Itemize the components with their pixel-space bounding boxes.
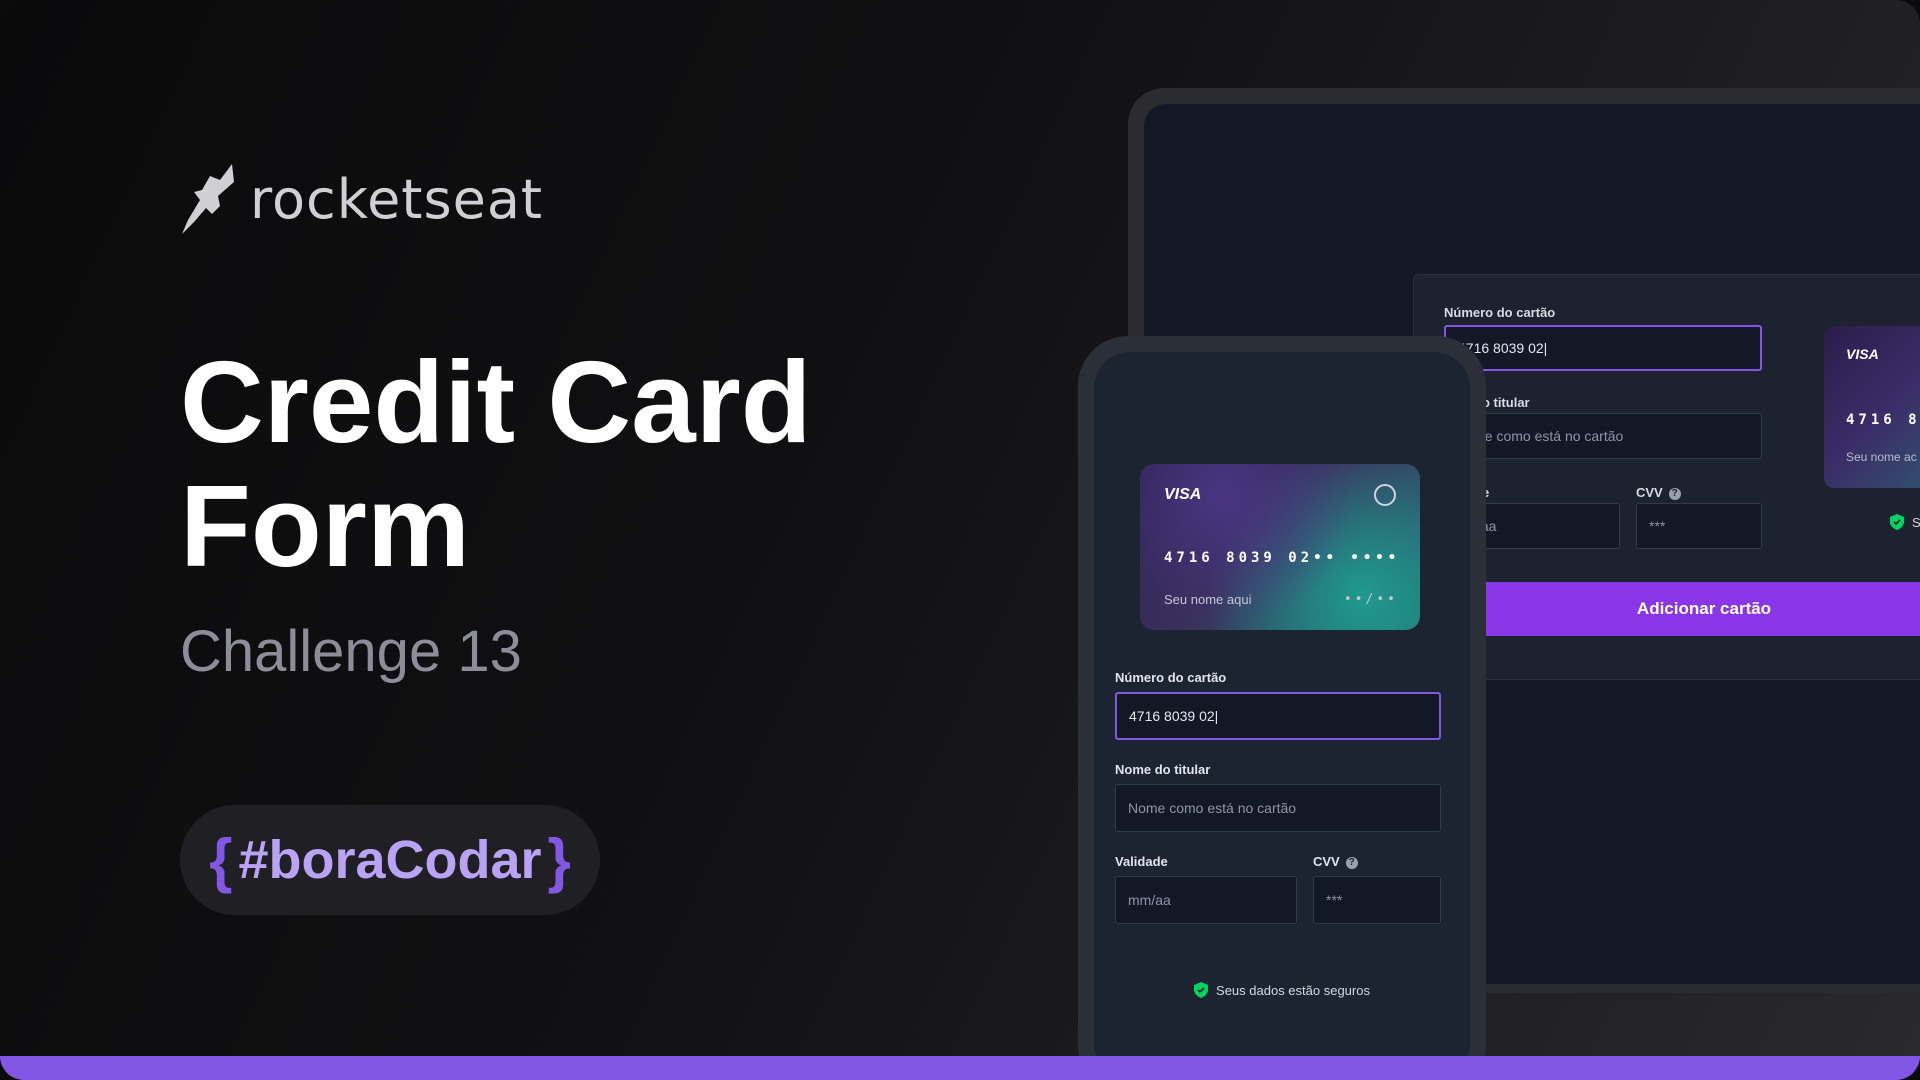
holder-name-label: Nome do titular <box>1115 762 1211 777</box>
desktop-card-brand: VISA <box>1846 346 1879 362</box>
contactless-icon <box>1374 484 1396 506</box>
desktop-secure-note: Seu <box>1890 514 1920 530</box>
brace-close: } <box>547 826 571 894</box>
subtitle: Challenge 13 <box>180 619 522 684</box>
card-preview: VISA 4716 8039 02•• •••• Seu nome aqui •… <box>1140 464 1420 630</box>
slide: rocketseat Credit Card Form Challenge 13… <box>0 0 1920 1080</box>
cvv-label-text: CVV <box>1313 854 1340 869</box>
phone-screen: VISA 4716 8039 02•• •••• Seu nome aqui •… <box>1094 352 1470 1080</box>
card-brand-logo: VISA <box>1164 486 1202 503</box>
hashtag-text: #boraCodar <box>238 830 542 890</box>
validity-label: Validade <box>1115 854 1168 869</box>
desktop-cvv-label: CVV? <box>1636 485 1681 500</box>
accent-bar <box>0 1056 1920 1080</box>
cvv-input[interactable]: *** <box>1313 876 1441 924</box>
hashtag-badge: { #boraCodar } <box>180 805 600 915</box>
secure-note: Seus dados estão seguros <box>1094 982 1470 998</box>
validity-input[interactable]: mm/aa <box>1115 876 1297 924</box>
title-line-2: Form <box>180 461 470 591</box>
desktop-holder-input[interactable]: ne como está no cartão <box>1464 413 1762 459</box>
cvv-label: CVV? <box>1313 854 1358 869</box>
add-card-button[interactable]: Adicionar cartão <box>1444 582 1920 636</box>
card-number-input[interactable]: 4716 8039 02| <box>1115 692 1441 740</box>
page-title: Credit Card Form <box>180 340 880 588</box>
card-number-label: Número do cartão <box>1115 670 1227 685</box>
desktop-card-number-input[interactable]: 4716 8039 02| <box>1444 325 1762 371</box>
desktop-card-preview: VISA 4716 8 Seu nome ac <box>1824 326 1920 488</box>
desktop-cvv-label-text: CVV <box>1636 485 1663 500</box>
title-line-1: Credit Card <box>180 337 812 467</box>
desktop-card-number: 4716 8 <box>1846 412 1920 428</box>
desktop-validity-input[interactable]: /aa <box>1464 503 1620 549</box>
desktop-secure-text: Seu <box>1912 514 1920 530</box>
card-holder-display: Seu nome aqui <box>1164 592 1252 607</box>
rocketseat-logo: rocketseat <box>180 162 543 236</box>
desktop-cvv-input[interactable]: *** <box>1636 503 1762 549</box>
logo-text: rocketseat <box>250 167 544 231</box>
card-expiry-display: ••/•• <box>1343 592 1398 607</box>
card-number-display: 4716 8039 02•• •••• <box>1164 550 1401 566</box>
secure-text: Seus dados estão seguros <box>1216 982 1370 998</box>
shield-check-icon <box>1890 514 1904 530</box>
desktop-card-name: Seu nome ac <box>1846 450 1917 464</box>
help-icon[interactable]: ? <box>1345 856 1358 869</box>
shield-check-icon <box>1194 982 1209 998</box>
help-icon[interactable]: ? <box>1668 487 1681 500</box>
brace-open: { <box>209 826 233 894</box>
desktop-card-number-label: Número do cartão <box>1444 305 1556 320</box>
rocket-icon <box>182 164 234 234</box>
holder-name-input[interactable]: Nome como está no cartão <box>1115 784 1441 832</box>
phone-mockup: VISA 4716 8039 02•• •••• Seu nome aqui •… <box>1078 336 1486 1080</box>
